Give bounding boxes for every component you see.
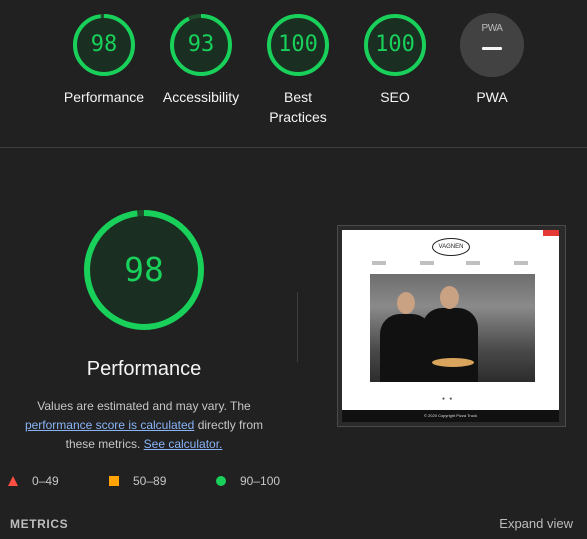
average-square-icon [109, 476, 119, 486]
final-screenshot[interactable]: VAGNEN ● ● © 2020 Copyright Pizza Truck [337, 225, 566, 427]
photo-person-head [440, 286, 459, 309]
legend-range: 90–100 [240, 474, 281, 488]
pwa-dash [482, 47, 502, 50]
gauge-label: SEO [380, 89, 410, 105]
gauge-score: 100 [375, 32, 415, 57]
metrics-heading: METRICS [10, 517, 69, 531]
screenshot-hero-photo [370, 274, 535, 382]
pwa-badge-text: PWA [481, 23, 503, 34]
legend-average: 50–89 [109, 473, 189, 489]
performance-description: Values are estimated and may vary. The p… [14, 397, 274, 454]
gauge-performance[interactable]: 98 Performance [49, 0, 159, 140]
gauge-label: PWA [476, 89, 508, 105]
fail-triangle-icon [8, 476, 18, 486]
legend-range: 0–49 [32, 474, 59, 488]
legend-fail: 0–49 [8, 473, 88, 489]
screenshot-social-icons: ● ● [442, 396, 453, 402]
screenshot-logo: VAGNEN [432, 238, 470, 256]
see-calculator-link[interactable]: See calculator. [144, 437, 223, 451]
gauge-pwa[interactable]: PWA PWA [437, 0, 547, 140]
screenshot-nav-item [466, 261, 480, 265]
gauge-accessibility[interactable]: 93 Accessibility [146, 0, 256, 140]
pass-circle-icon [216, 476, 226, 486]
gauge-score: 100 [278, 32, 318, 57]
gauge-label: Performance [63, 89, 145, 105]
gauge-score: 98 [90, 32, 118, 57]
screenshot-footer: © 2020 Copyright Pizza Truck [342, 410, 559, 422]
vertical-divider [297, 292, 298, 362]
performance-big-score: 98 [124, 250, 164, 289]
legend-pass: 90–100 [216, 473, 306, 489]
photo-person-head [397, 292, 415, 314]
expand-view-button[interactable]: Expand view [499, 516, 573, 531]
legend-range: 50–89 [133, 474, 167, 488]
photo-person [422, 308, 478, 382]
gauge-label: Accessibility [162, 89, 240, 105]
screenshot-nav-item [372, 261, 386, 265]
lighthouse-report: 98 Performance 93 Accessibility 100 Best… [0, 0, 587, 539]
section-divider [0, 147, 587, 148]
screenshot-page: VAGNEN ● ● © 2020 Copyright Pizza Truck [342, 230, 559, 422]
pwa-badge-icon: PWA [460, 13, 524, 77]
score-calculated-link[interactable]: performance score is calculated [25, 418, 194, 432]
gauge-seo[interactable]: 100 SEO [340, 0, 450, 140]
screenshot-red-badge [543, 230, 559, 236]
desc-text: Values are estimated and may vary. The [37, 399, 251, 413]
screenshot-nav-item [420, 261, 434, 265]
screenshot-nav-item [514, 261, 528, 265]
performance-title: Performance [86, 358, 202, 380]
gauge-best-practices[interactable]: 100 Best Practices [243, 0, 353, 140]
photo-pizza [432, 358, 474, 367]
gauge-label: Best Practices [269, 89, 327, 125]
gauge-score: 93 [187, 32, 215, 57]
